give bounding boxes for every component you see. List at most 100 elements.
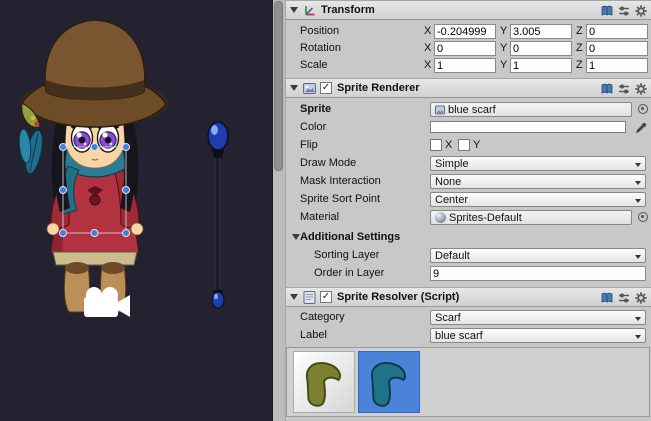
sprite-thumbnail-icon — [435, 105, 445, 115]
scene-canvas — [0, 0, 272, 421]
sorting-layer-dropdown[interactable]: Default — [430, 248, 646, 263]
inspector-panel: Transform Position X Y Z Rotation X — [272, 0, 651, 421]
position-label: Position — [300, 25, 339, 37]
sprite-label: Sprite — [300, 103, 331, 115]
presets-icon[interactable] — [618, 83, 630, 98]
color-swatch[interactable] — [430, 121, 626, 133]
help-book-icon[interactable] — [601, 5, 613, 20]
sprite-sort-point-row: Sprite Sort Point Center — [286, 191, 651, 207]
flip-x-checkbox[interactable] — [430, 139, 442, 151]
scale-label: Scale — [300, 59, 328, 71]
object-picker-icon[interactable] — [638, 104, 648, 114]
material-label: Material — [300, 211, 339, 223]
axis-z-label: Z — [576, 42, 583, 54]
chevron-down-icon — [635, 181, 641, 185]
flip-y-checkbox[interactable] — [458, 139, 470, 151]
transform-header[interactable]: Transform — [286, 0, 651, 20]
order-in-layer-row: Order in Layer — [286, 265, 651, 281]
flip-x-label: X — [445, 139, 452, 151]
foldout-arrow-icon[interactable] — [292, 234, 300, 240]
presets-icon[interactable] — [618, 5, 630, 20]
label-dropdown[interactable]: blue scarf — [430, 328, 646, 343]
axis-x-label: X — [424, 59, 431, 71]
axis-y-label: Y — [500, 25, 507, 37]
help-book-icon[interactable] — [601, 83, 613, 98]
help-book-icon[interactable] — [601, 292, 613, 307]
flip-label: Flip — [300, 139, 318, 151]
position-y-field[interactable] — [510, 24, 572, 39]
sprite-variant-preview — [286, 347, 650, 417]
sprite-renderer-title: Sprite Renderer — [337, 82, 420, 94]
color-label: Color — [300, 121, 326, 133]
sprite-resolver-header[interactable]: ✓ Sprite Resolver (Script) — [286, 287, 651, 307]
chevron-down-icon — [635, 335, 641, 339]
gear-icon[interactable] — [635, 5, 647, 20]
sprite-renderer-header[interactable]: ✓ Sprite Renderer — [286, 78, 651, 98]
transform-icon — [302, 3, 316, 17]
blue-scarf-thumbnail-selected[interactable] — [358, 351, 420, 413]
material-object-field[interactable]: Sprites-Default — [430, 210, 632, 225]
additional-settings-label: Additional Settings — [300, 231, 400, 243]
sprite-row: Sprite blue scarf — [286, 101, 651, 117]
additional-settings-row[interactable]: Additional Settings — [286, 229, 651, 245]
flip-y-label: Y — [473, 139, 480, 151]
rotation-z-field[interactable] — [586, 41, 648, 56]
axis-y-label: Y — [500, 42, 507, 54]
foldout-arrow-icon[interactable] — [290, 85, 298, 91]
draw-mode-label: Draw Mode — [300, 157, 356, 169]
green-scarf-thumbnail[interactable] — [293, 351, 355, 413]
axis-x-label: X — [424, 25, 431, 37]
rotation-x-field[interactable] — [434, 41, 496, 56]
presets-icon[interactable] — [618, 292, 630, 307]
sorting-layer-row: Sorting Layer Default — [286, 247, 651, 263]
category-label: Category — [300, 311, 345, 323]
axis-x-label: X — [424, 42, 431, 54]
sprite-renderer-enabled-checkbox[interactable]: ✓ — [320, 82, 332, 94]
draw-mode-value: Simple — [435, 158, 469, 170]
chevron-down-icon — [635, 317, 641, 321]
scale-z-field[interactable] — [586, 58, 648, 73]
label-value: blue scarf — [435, 330, 483, 342]
flip-row: Flip X Y — [286, 137, 651, 153]
category-value: Scarf — [435, 312, 461, 324]
category-dropdown[interactable]: Scarf — [430, 310, 646, 325]
object-picker-icon[interactable] — [638, 212, 648, 222]
sorting-layer-value: Default — [435, 250, 470, 262]
scrollbar-thumb[interactable] — [274, 1, 283, 171]
rotation-row: Rotation X Y Z — [286, 40, 651, 56]
sprite-object-name: blue scarf — [448, 104, 496, 116]
scene-view[interactable] — [0, 0, 272, 421]
scale-row: Scale X Y Z — [286, 57, 651, 73]
scale-x-field[interactable] — [434, 58, 496, 73]
foldout-arrow-icon[interactable] — [290, 294, 298, 300]
unity-editor-window: Transform Position X Y Z Rotation X — [0, 0, 651, 421]
sprite-resolver-script-icon — [302, 290, 316, 304]
position-z-field[interactable] — [586, 24, 648, 39]
mask-interaction-value: None — [435, 176, 461, 188]
foldout-arrow-icon[interactable] — [290, 7, 298, 13]
sprite-object-field[interactable]: blue scarf — [430, 102, 632, 117]
rotation-label: Rotation — [300, 42, 341, 54]
color-row: Color — [286, 119, 651, 135]
axis-z-label: Z — [576, 59, 583, 71]
order-in-layer-field[interactable] — [430, 266, 646, 281]
label-label: Label — [300, 329, 327, 341]
draw-mode-dropdown[interactable]: Simple — [430, 156, 646, 171]
scale-y-field[interactable] — [510, 58, 572, 73]
position-x-field[interactable] — [434, 24, 496, 39]
material-object-name: Sprites-Default — [449, 212, 522, 224]
eyedropper-icon[interactable] — [634, 121, 647, 137]
transform-title: Transform — [321, 4, 375, 16]
gear-icon[interactable] — [635, 83, 647, 98]
sprite-sort-point-dropdown[interactable]: Center — [430, 192, 646, 207]
inspector-scrollbar[interactable] — [273, 0, 286, 421]
material-sphere-icon — [435, 212, 446, 223]
mask-interaction-dropdown[interactable]: None — [430, 174, 646, 189]
gear-icon[interactable] — [635, 292, 647, 307]
order-in-layer-label: Order in Layer — [314, 267, 384, 279]
axis-y-label: Y — [500, 59, 507, 71]
sprite-resolver-enabled-checkbox[interactable]: ✓ — [320, 291, 332, 303]
draw-mode-row: Draw Mode Simple — [286, 155, 651, 171]
material-row: Material Sprites-Default — [286, 209, 651, 225]
rotation-y-field[interactable] — [510, 41, 572, 56]
